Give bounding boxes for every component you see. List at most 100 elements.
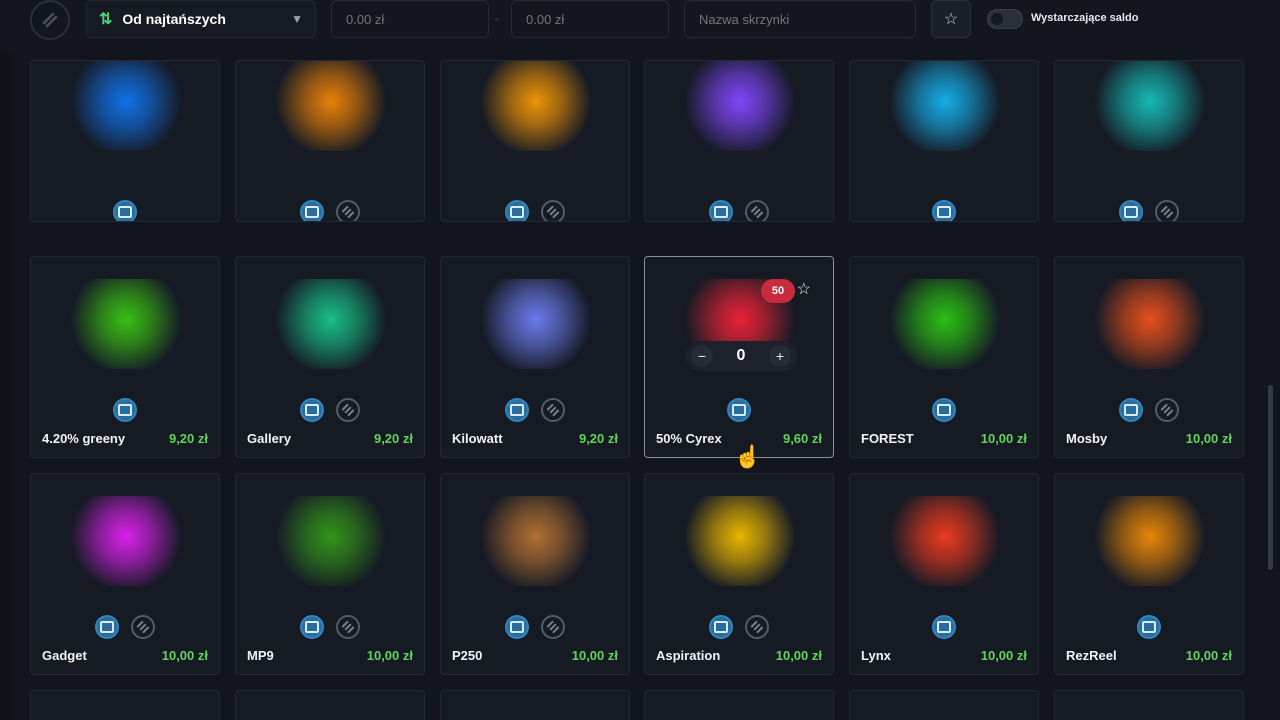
case-artwork xyxy=(890,61,1000,151)
case-icon xyxy=(727,398,751,422)
knife-icon xyxy=(745,615,769,639)
case-image xyxy=(1090,269,1210,379)
case-name: RezReel xyxy=(1066,648,1117,663)
knife-icon xyxy=(541,200,565,221)
case-image xyxy=(66,269,186,379)
case-feature-icons xyxy=(31,615,219,639)
case-feature-icons xyxy=(850,398,1038,422)
knife-icon xyxy=(1155,398,1179,422)
case-artwork xyxy=(890,279,1000,369)
case-card[interactable]: FOREST 10,00 zł xyxy=(849,256,1039,458)
case-feature-icons xyxy=(1055,200,1243,221)
case-card[interactable]: Lynx 10,00 zł xyxy=(849,473,1039,675)
case-price: 9,20 zł xyxy=(373,431,413,446)
case-name: FOREST xyxy=(861,431,914,446)
case-artwork xyxy=(481,496,591,586)
case-image xyxy=(885,486,1005,596)
case-feature-icons xyxy=(441,615,629,639)
case-card[interactable]: Bite of skin8,80 zł xyxy=(849,60,1039,222)
knife-icon xyxy=(745,200,769,221)
sufficient-balance-label: Wystarczające saldo xyxy=(1031,12,1139,24)
case-artwork xyxy=(1095,496,1205,586)
case-artwork xyxy=(890,496,1000,586)
case-name: 4.20% greeny xyxy=(42,431,126,446)
case-icon xyxy=(1137,615,1161,639)
case-card[interactable]: RezReel 10,00 zł xyxy=(1054,473,1244,675)
case-card-peek xyxy=(1054,690,1244,720)
case-feature-icons xyxy=(236,398,424,422)
case-feature-icons xyxy=(1055,398,1243,422)
case-name: Gallery xyxy=(247,431,292,446)
knife-icon xyxy=(541,615,565,639)
left-edge-panel xyxy=(0,52,10,720)
case-name: Kilowatt xyxy=(452,431,503,446)
price-max-input[interactable] xyxy=(511,0,669,38)
logo-icon[interactable] xyxy=(30,0,70,40)
case-card-peek xyxy=(644,690,834,720)
case-card-peek xyxy=(440,690,630,720)
case-name: MP9 xyxy=(247,648,274,663)
sort-label: Od najtańszych xyxy=(122,11,226,27)
case-price: 9,20 zł xyxy=(578,431,618,446)
case-card[interactable]: Mosby 10,00 zł xyxy=(1054,256,1244,458)
knife-icon xyxy=(131,615,155,639)
scrollbar-track[interactable] xyxy=(1266,60,1274,696)
price-min-input[interactable] xyxy=(331,0,489,38)
case-card[interactable]: Charm8,40 zł xyxy=(440,60,630,222)
case-name-search-input[interactable] xyxy=(684,0,916,38)
case-price: 10,00 zł xyxy=(1185,648,1232,663)
favorite-star-icon[interactable]: ☆ xyxy=(797,279,811,299)
case-image xyxy=(885,61,1005,161)
case-card[interactable]: MP9 10,00 zł xyxy=(235,473,425,675)
sort-icon: ⇅ xyxy=(99,11,113,28)
case-image xyxy=(476,61,596,161)
star-icon: ☆ xyxy=(943,11,959,28)
case-image xyxy=(476,269,596,379)
case-card[interactable]: Gallery 9,20 zł xyxy=(235,256,425,458)
knife-icon xyxy=(336,200,360,221)
case-image xyxy=(680,61,800,161)
case-artwork xyxy=(276,279,386,369)
knife-icon xyxy=(541,398,565,422)
case-icon xyxy=(300,200,324,221)
case-card[interactable]: Gadget 10,00 zł xyxy=(30,473,220,675)
case-card-peek xyxy=(849,690,1039,720)
case-name: 50% Cyrex xyxy=(656,431,722,446)
case-icon xyxy=(300,398,324,422)
case-card[interactable]: Lucky punch9,20 zł xyxy=(1054,60,1244,222)
case-feature-icons xyxy=(1055,615,1243,639)
case-price: 10,00 zł xyxy=(1185,431,1232,446)
sort-dropdown[interactable]: ⇅ Od najtańszych ▼ xyxy=(86,0,316,38)
case-card[interactable]: P250 10,00 zł xyxy=(440,473,630,675)
case-artwork xyxy=(71,496,181,586)
case-feature-icons xyxy=(236,200,424,221)
case-image xyxy=(885,269,1005,379)
case-icon xyxy=(1119,398,1143,422)
discount-badge: 50 xyxy=(761,279,795,303)
case-card[interactable]: 4.20% greeny 9,20 zł xyxy=(30,256,220,458)
case-card[interactable]: Ascent8,40 zł xyxy=(644,60,834,222)
case-card-peek xyxy=(30,690,220,720)
favorites-star-button[interactable]: ☆ xyxy=(931,0,971,38)
case-price: 10,00 zł xyxy=(775,648,822,663)
mouse-cursor-icon: ☝ xyxy=(734,444,762,469)
case-artwork xyxy=(685,496,795,586)
case-feature-icons xyxy=(850,200,1038,221)
quantity-value: 0 xyxy=(736,347,746,364)
case-card[interactable]: Kilowatt 9,20 zł xyxy=(440,256,630,458)
case-image xyxy=(66,486,186,596)
case-price: 10,00 zł xyxy=(366,648,413,663)
case-price: 9,20 zł xyxy=(168,431,208,446)
case-card[interactable]: Miniuwa8,00 zł xyxy=(30,60,220,222)
case-card[interactable]: Aspiration 10,00 zł xyxy=(644,473,834,675)
sufficient-balance-toggle[interactable] xyxy=(987,9,1023,29)
price-separator: - xyxy=(494,10,499,26)
scrollbar-thumb[interactable] xyxy=(1268,385,1273,570)
quantity-stepper: − 0 + xyxy=(685,341,797,371)
case-card[interactable]: 50 ☆ − 0 +50% Cyrex 9,60 zł xyxy=(644,256,834,458)
knife-icon xyxy=(1155,200,1179,221)
case-image xyxy=(476,486,596,596)
increase-button[interactable]: + xyxy=(769,345,791,367)
decrease-button[interactable]: − xyxy=(691,345,713,367)
case-card[interactable]: Bobby8,40 zł xyxy=(235,60,425,222)
